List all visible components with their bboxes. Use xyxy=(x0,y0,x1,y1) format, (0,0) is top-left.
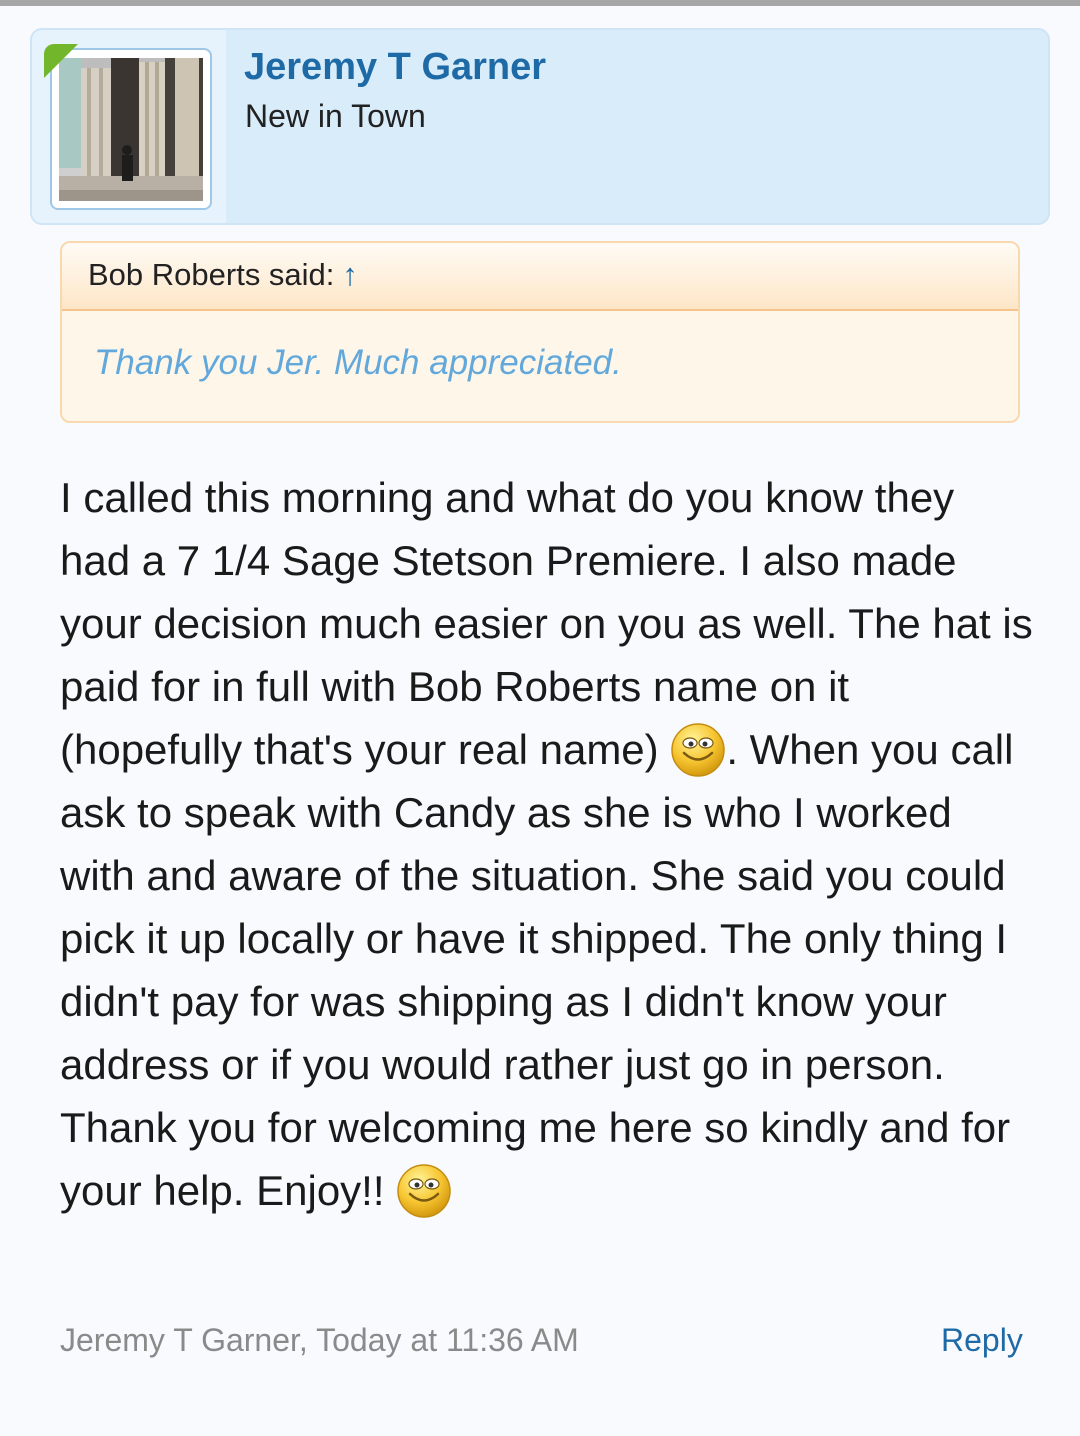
quote-block: Bob Roberts said: ↑ Thank you Jer. Much a… xyxy=(60,241,1020,423)
message-text-part2: . When you call ask to speak with Candy … xyxy=(60,726,1014,1214)
author-name-link[interactable]: Jeremy T Garner xyxy=(244,46,546,89)
post-author-header: Jeremy T Garner New in Town xyxy=(30,28,1050,225)
avatar[interactable] xyxy=(59,58,203,201)
quote-header: Bob Roberts said: ↑ xyxy=(62,243,1018,311)
top-divider xyxy=(0,0,1080,6)
quote-text: Thank you Jer. Much appreciated. xyxy=(94,343,622,382)
jump-to-quote-icon[interactable]: ↑ xyxy=(342,257,358,292)
avatar-column xyxy=(32,30,226,223)
smiley-icon xyxy=(670,722,726,778)
reply-button[interactable]: Reply xyxy=(941,1322,1023,1359)
online-status-marker xyxy=(44,44,78,78)
quote-attribution-text: Bob Roberts said: xyxy=(88,257,335,292)
author-title: New in Town xyxy=(245,98,426,134)
post-meta[interactable]: Jeremy T Garner, Today at 11:36 AM xyxy=(60,1322,579,1359)
smiley-icon xyxy=(396,1163,452,1219)
quote-attribution: Bob Roberts said: ↑ xyxy=(88,257,358,293)
message-body: I called this morning and what do you kn… xyxy=(60,466,1035,1222)
